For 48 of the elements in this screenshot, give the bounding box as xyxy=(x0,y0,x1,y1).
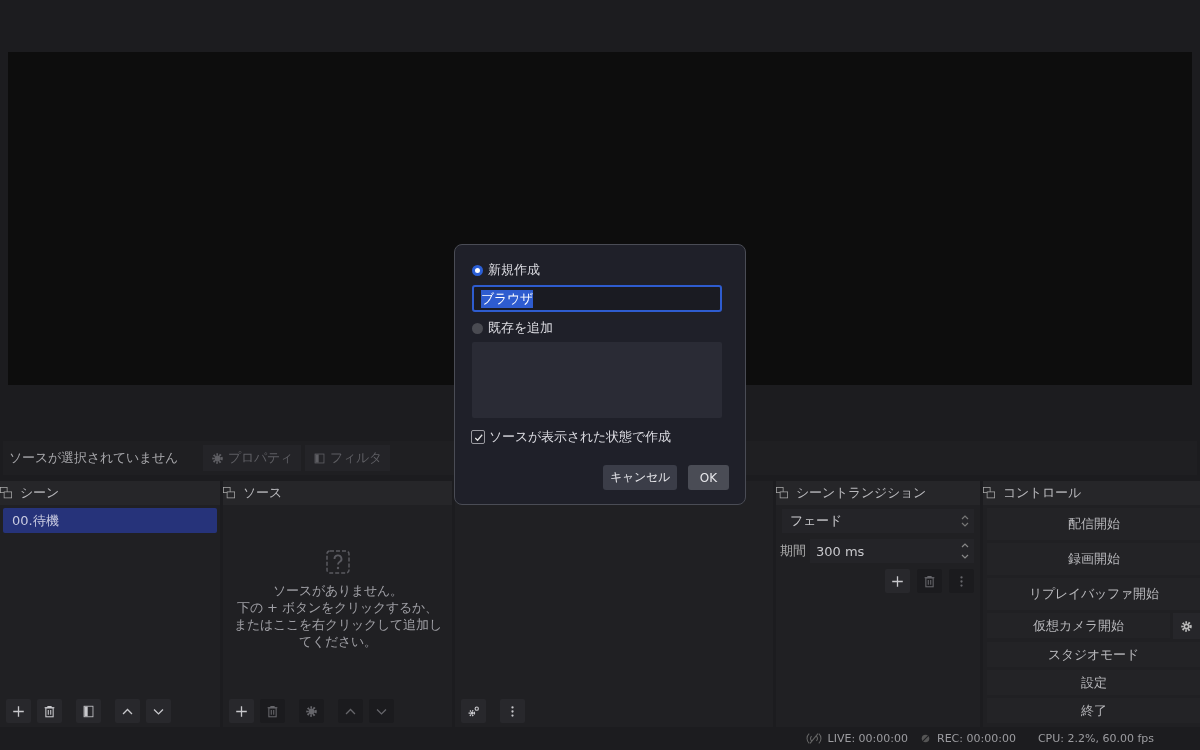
no-source-label: ソースが選択されていません xyxy=(9,449,179,467)
checkbox[interactable] xyxy=(471,430,485,444)
plus-icon xyxy=(891,574,904,588)
settings-button[interactable] xyxy=(1173,613,1200,639)
gear-icon xyxy=(305,704,318,718)
radio-button[interactable] xyxy=(472,264,483,276)
toolbar-button[interactable] xyxy=(229,699,254,723)
empty-sources-message: ソースがありません。 下の + ボタンをクリックするか、 またはここを右クリックして追加してください。 xyxy=(232,582,443,650)
trash-icon xyxy=(43,704,56,718)
dock-title: シーントランジション xyxy=(796,484,926,502)
dock-title: ソース xyxy=(243,484,282,502)
toolbar-button[interactable] xyxy=(146,699,171,723)
broadcast-icon xyxy=(805,732,822,745)
gears-icon xyxy=(467,704,480,718)
question-icon xyxy=(325,550,350,574)
radio-label: 新規作成 xyxy=(488,261,540,279)
source-name-field[interactable]: ブラウザ xyxy=(472,285,722,312)
checkbox-label: ソースが表示された状態で作成 xyxy=(489,428,671,446)
trash-icon xyxy=(923,574,936,588)
filter-icon xyxy=(82,704,95,718)
duration-field[interactable]: 300 ms xyxy=(810,539,974,563)
radio-button[interactable] xyxy=(472,322,483,334)
toolbar-button[interactable] xyxy=(500,699,525,723)
scene-item[interactable]: 00.待機 xyxy=(3,508,217,533)
toolbar-button[interactable] xyxy=(6,699,31,723)
toolbar-button[interactable] xyxy=(461,699,486,723)
trash-icon xyxy=(266,704,279,718)
live-timer: LIVE: 00:00:00 xyxy=(827,732,908,745)
toolbar-button[interactable] xyxy=(885,569,910,593)
toolbar-button[interactable] xyxy=(76,699,101,723)
radio-label: 既存を追加 xyxy=(488,319,553,337)
spinner-arrows-icon xyxy=(960,541,970,561)
dock-title: コントロール xyxy=(1003,484,1081,502)
toolbar-button[interactable] xyxy=(37,699,62,723)
transition-dropdown[interactable]: フェード xyxy=(782,509,974,533)
filter-icon xyxy=(313,451,326,465)
plus-icon xyxy=(235,704,248,718)
gear-icon xyxy=(211,451,224,465)
plus-icon xyxy=(12,704,25,718)
record-icon xyxy=(920,733,931,744)
cpu-stats: CPU: 2.2%, 60.00 fps xyxy=(1037,732,1154,745)
duration-label: 期間 xyxy=(780,542,806,560)
dock-title: シーン xyxy=(20,484,59,502)
gear-icon xyxy=(1180,619,1193,633)
ok-button[interactable]: OK xyxy=(688,465,729,490)
rec-timer: REC: 00:00:00 xyxy=(937,732,1016,745)
updown-icon xyxy=(960,513,970,529)
cancel-button[interactable]: キャンセル xyxy=(603,465,677,490)
